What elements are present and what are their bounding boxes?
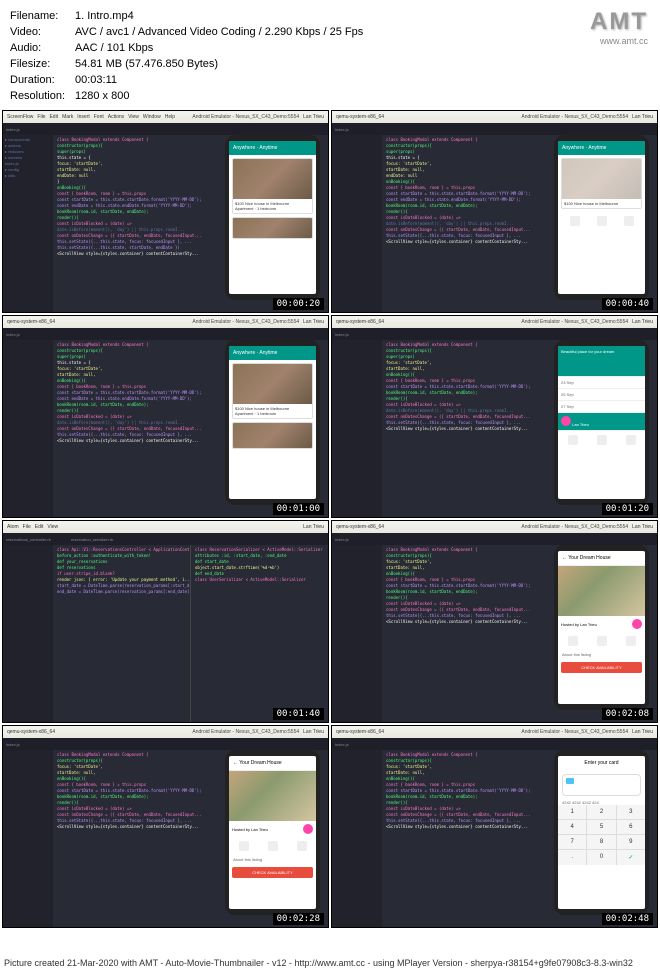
audio-value: AAC / 101 Kbps [75,40,153,56]
duration-value: 00:03:11 [75,72,117,88]
thumbnail-4: qemu-system-x86_64Android Emulator - Nex… [331,315,658,518]
file-tree: ▸ components▸ actions▸ reducers▸ screens… [3,135,53,312]
timestamp: 00:01:20 [602,503,653,515]
footer-credits: Picture created 21-Mar-2020 with AMT - A… [0,956,660,970]
phone-mockup: Enter your card 4242 4242 4242 424 1 2 3… [554,750,649,915]
timestamp: 00:00:20 [273,298,324,310]
tab-bar: index.js [332,123,657,135]
filename-value: 1. Intro.mp4 [75,8,134,24]
audio-label: Audio: [10,40,75,56]
file-info-panel: Filename:1. Intro.mp4 Video:AVC / avc1 /… [0,0,660,108]
timestamp: 00:01:00 [273,503,324,515]
thumbnail-7: qemu-system-x86_64Android Emulator - Nex… [2,725,329,928]
logo-url: www.amt.cc [590,36,648,46]
phone-mockup: ← Your Dream House Hosted by Lan Trieu A… [554,545,649,710]
thumbnail-2: qemu-system-x86_64 Android Emulator - Ne… [331,110,658,313]
timestamp: 00:02:28 [273,913,324,925]
video-value: AVC / avc1 / Advanced Video Coding / 2.2… [75,24,363,40]
resolution-value: 1280 x 800 [75,88,129,104]
duration-label: Duration: [10,72,75,88]
timestamp: 00:01:40 [273,708,324,720]
number-pad: 1 2 3 4 5 6 7 8 9 . 0 ✓ [558,805,645,865]
thumbnail-6: qemu-system-x86_64Android Emulator - Nex… [331,520,658,723]
video-label: Video: [10,24,75,40]
resolution-label: Resolution: [10,88,75,104]
timestamp: 00:02:08 [602,708,653,720]
thumbnail-grid: ScreenFlow File Edit Mark Insert Font Ac… [0,108,660,930]
check-availability-button: CHECK AVAILABILITY [561,662,642,673]
menubar: ScreenFlow File Edit Mark Insert Font Ac… [3,111,328,123]
filesize-value: 54.81 MB (57.476.850 Bytes) [75,56,218,72]
thumbnail-5: AtomFileEditViewLan Trieu reservations_c… [2,520,329,723]
phone-mockup: Anywhere · Anytime $100 Nice house in Me… [225,340,320,505]
phone-search-header: Anywhere · Anytime [558,141,645,155]
phone-mockup: Anywhere · Anytime $100 Nice house in Me… [554,135,649,300]
filename-label: Filename: [10,8,75,24]
logo-text: AMT [590,8,648,36]
timestamp: 00:00:40 [602,298,653,310]
menubar: qemu-system-x86_64 Android Emulator - Ne… [3,316,328,328]
tab-bar: index.js [3,123,328,135]
thumbnail-8: qemu-system-x86_64Android Emulator - Nex… [331,725,658,928]
menubar: qemu-system-x86_64 Android Emulator - Ne… [332,111,657,123]
amt-logo: AMT www.amt.cc [590,8,648,46]
thumbnail-3: qemu-system-x86_64 Android Emulator - Ne… [2,315,329,518]
file-tree [332,135,382,312]
phone-search-header: Anywhere · Anytime [229,141,316,155]
phone-mockup: ← Your Dream House Hosted by Lan Trieu A… [225,750,320,915]
timestamp: 00:02:48 [602,913,653,925]
phone-mockup: Anywhere · Anytime $100 Nice house in Me… [225,135,320,300]
check-availability-button: CHECK AVAILABILITY [232,867,313,878]
thumbnail-1: ScreenFlow File Edit Mark Insert Font Ac… [2,110,329,313]
filesize-label: Filesize: [10,56,75,72]
phone-mockup: Beautiful place for your dream 23 Sep 25… [554,340,649,505]
card-input [562,774,641,796]
